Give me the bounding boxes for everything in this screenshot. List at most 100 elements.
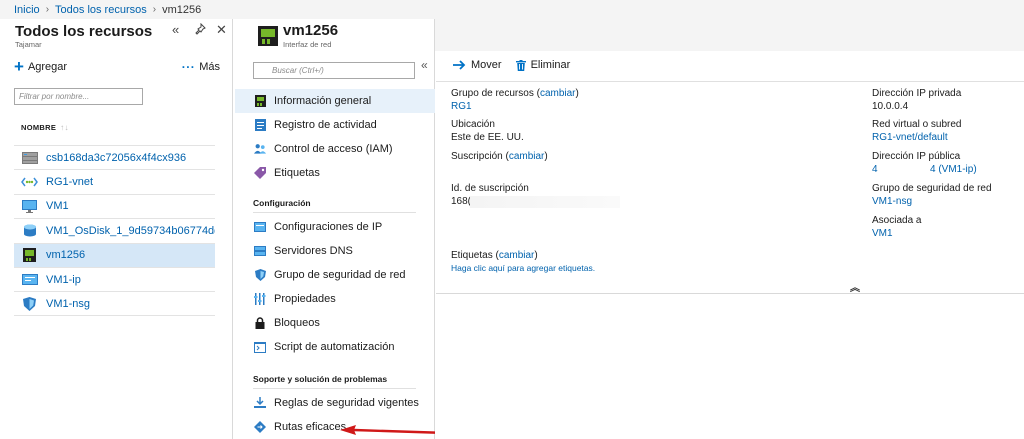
subscription-label-text: Suscripción xyxy=(451,151,503,162)
private-ip-label: Dirección IP privada xyxy=(872,88,962,99)
section-configuration: Configuración xyxy=(253,198,311,208)
move-label: Mover xyxy=(471,59,502,71)
nsg-label: Grupo de seguridad de red xyxy=(872,183,992,194)
trash-icon xyxy=(515,59,526,71)
left-toolbar: + Agregar ··· Más xyxy=(14,58,220,75)
menu-item-ip-configurations[interactable]: Configuraciones de IP xyxy=(235,215,435,239)
resource-name: vm1256 xyxy=(46,249,86,262)
automation-script-icon xyxy=(254,341,266,353)
associated-label: Asociada a xyxy=(872,215,922,226)
menu-item-label: Bloqueos xyxy=(274,317,320,329)
resource-name: csb168da3c72056x4f4cx936 xyxy=(46,151,187,164)
chevron-right-icon: › xyxy=(152,4,157,15)
list-item[interactable]: VM1_OsDisk_1_9d59734b06774ddc9... xyxy=(14,218,215,242)
list-item[interactable]: RG1-vnet xyxy=(14,169,215,193)
list-item[interactable]: VM1-nsg xyxy=(14,291,215,316)
public-ip-icon xyxy=(21,273,38,286)
iam-icon xyxy=(254,143,266,155)
menu-item-iam[interactable]: Control de acceso (IAM) xyxy=(235,137,435,161)
list-item[interactable]: VM1 xyxy=(14,193,215,218)
public-ip-value-b[interactable]: 4 (VM1-ip) xyxy=(930,164,977,175)
menu-item-label: Propiedades xyxy=(274,293,336,305)
public-ip-label: Dirección IP pública xyxy=(872,151,961,162)
move-button[interactable]: Mover xyxy=(453,59,502,71)
list-item[interactable]: vm1256 xyxy=(14,242,215,267)
menu-item-effective-security-rules[interactable]: Reglas de seguridad vigentes xyxy=(235,391,435,415)
delete-label: Eliminar xyxy=(530,59,571,71)
list-item[interactable]: VM1-ip xyxy=(14,266,215,291)
menu-item-dns-servers[interactable]: Servidores DNS xyxy=(235,239,435,263)
more-label: Más xyxy=(199,61,220,73)
network-interface-icon xyxy=(21,248,38,263)
menu-item-label: Rutas eficaces xyxy=(274,421,347,433)
change-resource-group-link[interactable]: cambiar xyxy=(540,88,576,99)
tags-label-text: Etiquetas xyxy=(451,250,493,261)
resource-group-label: Grupo de recursos (cambiar) xyxy=(451,88,579,99)
arrow-right-icon xyxy=(453,60,466,70)
location-label: Ubicación xyxy=(451,119,495,130)
search-input[interactable]: Buscar (Ctrl+/) xyxy=(253,62,415,79)
resource-group-value[interactable]: RG1 xyxy=(451,101,472,112)
breadcrumb-all-resources[interactable]: Todos los recursos xyxy=(55,4,147,16)
close-icon[interactable]: ✕ xyxy=(216,22,227,38)
subscription-label: Suscripción (cambiar) xyxy=(451,151,548,162)
menu-item-label: Servidores DNS xyxy=(274,245,353,257)
resource-name: VM1-ip xyxy=(46,273,81,286)
menu-item-label: Script de automatización xyxy=(274,341,395,353)
breadcrumb-home[interactable]: Inicio xyxy=(14,4,40,16)
add-label: Agregar xyxy=(27,61,68,73)
collapse-menu-icon[interactable]: « xyxy=(421,58,428,72)
tag-icon xyxy=(254,167,266,179)
properties-icon xyxy=(254,293,266,305)
storage-account-icon xyxy=(21,151,38,164)
resource-name: VM1 xyxy=(46,200,69,213)
pin-icon[interactable] xyxy=(194,22,206,38)
menu-item-label: Reglas de seguridad vigentes xyxy=(274,397,419,409)
menu-item-label: Configuraciones de IP xyxy=(274,221,383,233)
menu-item-overview[interactable]: Información general xyxy=(235,89,435,113)
menu-item-tags[interactable]: Etiquetas xyxy=(235,161,435,185)
menu-item-properties[interactable]: Propiedades xyxy=(235,287,435,311)
vnet-label: Red virtual o subred xyxy=(872,119,962,130)
delete-button[interactable]: Eliminar xyxy=(515,59,571,71)
effective-routes-icon xyxy=(254,421,266,433)
resource-name: VM1-nsg xyxy=(46,297,91,310)
collapse-blade-icon[interactable]: « xyxy=(172,22,179,37)
change-tags-link[interactable]: cambiar xyxy=(499,250,535,261)
name-column-header[interactable]: NOMBRE ↑↓ xyxy=(21,123,69,132)
sort-icon: ↑↓ xyxy=(60,123,69,132)
more-button[interactable]: ··· Más xyxy=(182,60,220,74)
resource-group-label-text: Grupo de recursos xyxy=(451,88,534,99)
location-value: Este de EE. UU. xyxy=(451,132,524,143)
network-interface-icon xyxy=(258,26,278,46)
filter-input[interactable]: Filtrar por nombre... xyxy=(14,88,143,105)
resource-name: RG1-vnet xyxy=(46,176,94,189)
change-subscription-link[interactable]: cambiar xyxy=(509,151,545,162)
breadcrumb-current: vm1256 xyxy=(162,3,202,16)
add-tags-link[interactable]: Haga clic aquí para agregar etiquetas. xyxy=(451,263,595,273)
resource-list: csb168da3c72056x4f4cx936 RG1-vnet VM1 VM… xyxy=(14,145,215,316)
menu-item-label: Control de acceso (IAM) xyxy=(274,143,393,155)
nsg-value[interactable]: VM1-nsg xyxy=(872,196,912,207)
menu-item-label: Información general xyxy=(274,95,372,107)
subscription-id-label: Id. de suscripción xyxy=(451,183,529,194)
vnet-value[interactable]: RG1-vnet/default xyxy=(872,132,948,143)
section-divider xyxy=(253,388,416,389)
blade-title: Todos los recursos xyxy=(15,23,153,40)
overview-icon xyxy=(254,95,266,107)
public-ip-value-a[interactable]: 4 xyxy=(872,164,878,175)
redacted-area xyxy=(470,196,620,208)
list-item[interactable]: csb168da3c72056x4f4cx936 xyxy=(14,145,215,169)
associated-value[interactable]: VM1 xyxy=(872,228,893,239)
menu-item-activity-log[interactable]: Registro de actividad xyxy=(235,113,435,137)
menu-item-automation-script[interactable]: Script de automatización xyxy=(235,335,435,359)
dns-icon xyxy=(254,245,266,257)
menu-item-nsg[interactable]: Grupo de seguridad de red xyxy=(235,263,435,287)
virtual-machine-icon xyxy=(21,199,38,213)
activity-log-icon xyxy=(254,119,266,131)
menu-item-label: Etiquetas xyxy=(274,167,320,179)
menu-item-locks[interactable]: Bloqueos xyxy=(235,311,435,335)
add-button[interactable]: + Agregar xyxy=(14,58,68,75)
collapse-essentials-icon[interactable]: ︽ xyxy=(850,279,860,294)
subscription-id-value: 168( xyxy=(451,196,472,207)
